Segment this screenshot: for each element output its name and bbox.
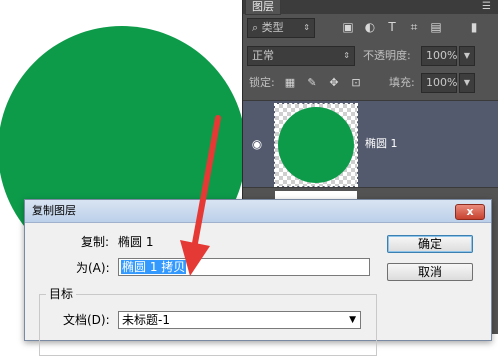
arrow-shaft (190, 115, 221, 257)
annotation-arrow (180, 115, 221, 276)
arrow-head (180, 240, 210, 276)
